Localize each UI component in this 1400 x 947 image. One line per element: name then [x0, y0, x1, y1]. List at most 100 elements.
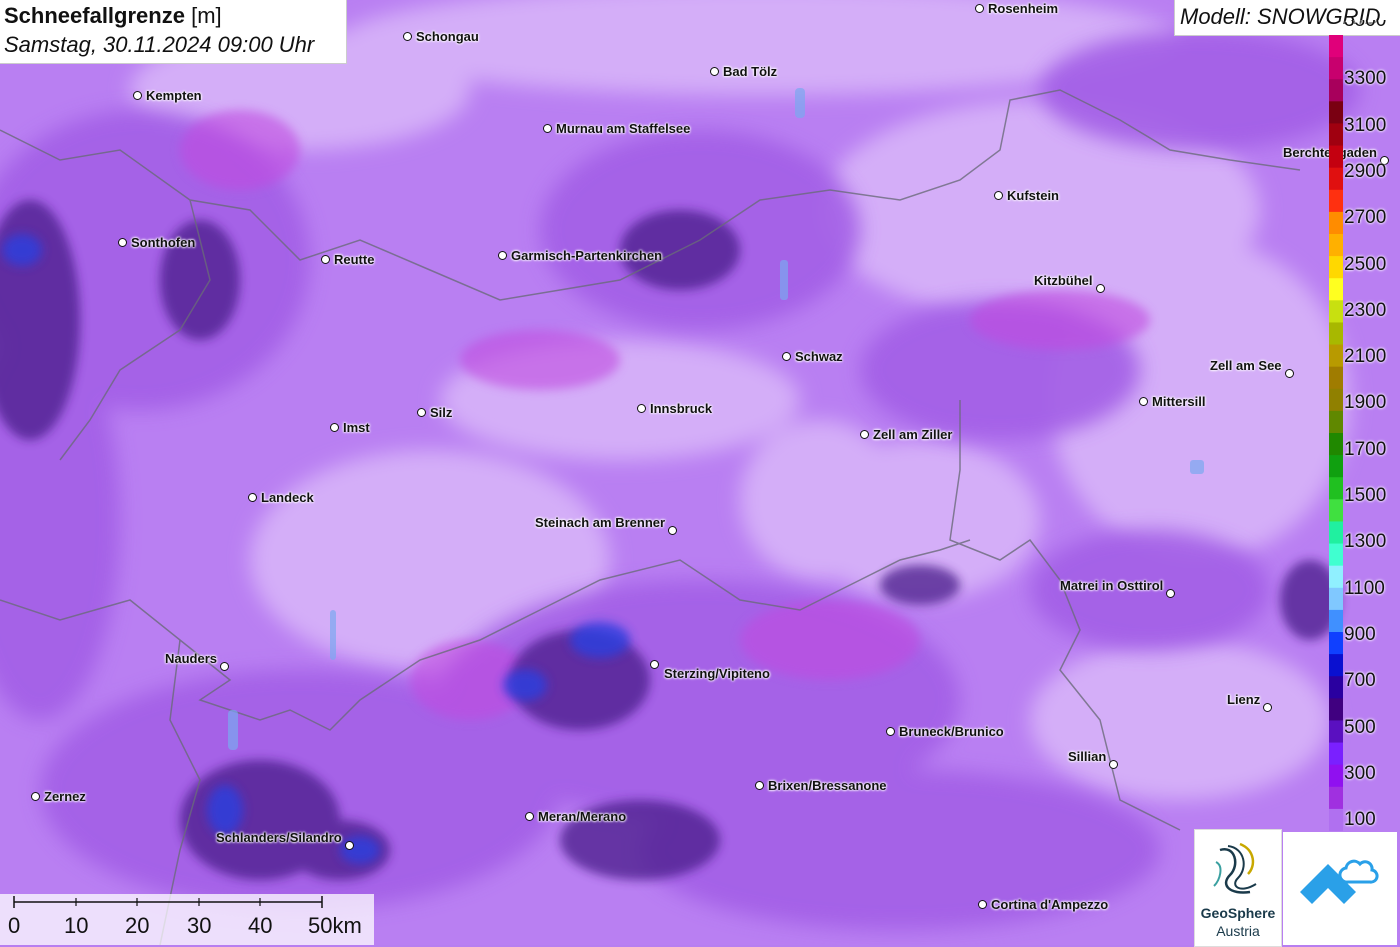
- city-label: Kitzbühel: [1034, 273, 1093, 288]
- city-label: Mittersill: [1152, 394, 1206, 409]
- legend-label: 1700: [1344, 438, 1387, 460]
- city-marker: [1263, 703, 1272, 712]
- legend-swatch: [1329, 521, 1343, 545]
- title-box: Schneefallgrenze [m] Samstag, 30.11.2024…: [0, 0, 347, 64]
- city-marker: [782, 352, 791, 361]
- city-label: Rosenheim: [988, 1, 1059, 16]
- city-marker: [710, 67, 719, 76]
- city-label: Zell am Ziller: [873, 427, 953, 442]
- city-marker: [886, 727, 895, 736]
- city-label: Meran/Merano: [538, 809, 627, 824]
- legend-swatch: [1329, 720, 1343, 744]
- snowfall-line-map: [0, 0, 1400, 945]
- legend-swatch: [1329, 322, 1343, 346]
- legend-swatch: [1329, 410, 1343, 434]
- city-marker: [543, 124, 552, 133]
- city-marker: [1096, 284, 1105, 293]
- legend-label: 3300: [1344, 68, 1387, 90]
- legend-label: 300: [1344, 762, 1376, 784]
- city-marker: [403, 32, 412, 41]
- city-label: Bad Tölz: [723, 64, 778, 79]
- city-label: Imst: [343, 420, 370, 435]
- legend-swatch: [1329, 278, 1343, 301]
- legend-swatch: [1329, 300, 1343, 323]
- city-marker: [118, 238, 127, 247]
- legend-label: 3500: [1344, 20, 1387, 31]
- city-marker: [975, 4, 984, 13]
- city-label: Cortina d'Ampezzo: [991, 897, 1109, 912]
- legend-label: 2500: [1344, 253, 1387, 275]
- city-marker: [994, 191, 1003, 200]
- legend-label: 900: [1344, 623, 1376, 645]
- legend-swatch: [1329, 543, 1343, 567]
- city-label: Brixen/Bressanone: [768, 778, 887, 793]
- cloud-logo: [1283, 832, 1397, 945]
- city-label: Schwaz: [795, 349, 843, 364]
- legend-label: 2100: [1344, 346, 1387, 368]
- city-label: Silz: [430, 405, 453, 420]
- city-label: Schlanders/Silandro: [216, 830, 342, 845]
- city-marker: [220, 662, 229, 671]
- city-marker: [637, 404, 646, 413]
- legend-label: 3100: [1344, 114, 1387, 136]
- city-marker: [755, 781, 764, 790]
- scale-label: 10: [64, 913, 89, 938]
- legend-swatch: [1329, 101, 1343, 124]
- city-label: Garmisch-Partenkirchen: [511, 248, 663, 263]
- city-label: Innsbruck: [650, 401, 713, 416]
- city-label: Sonthofen: [131, 235, 196, 250]
- logo-name: GeoSphere: [1200, 905, 1276, 921]
- legend-swatch: [1329, 189, 1343, 213]
- city-label: Kempten: [146, 88, 202, 103]
- city-marker: [525, 812, 534, 821]
- legend-swatch: [1329, 786, 1343, 810]
- city-label: Schongau: [416, 29, 479, 44]
- legend-swatch: [1329, 698, 1343, 721]
- legend-swatch: [1329, 587, 1343, 611]
- city-label: Zernez: [44, 789, 86, 804]
- legend-swatch: [1329, 742, 1343, 766]
- city-marker: [321, 255, 330, 264]
- city-label: Landeck: [261, 490, 314, 505]
- legend-swatch: [1329, 79, 1343, 102]
- map-date: Samstag, 30.11.2024 09:00 Uhr: [4, 32, 315, 57]
- city-label: Kufstein: [1007, 188, 1059, 203]
- city-marker: [1285, 369, 1294, 378]
- city-marker: [330, 423, 339, 432]
- legend-label: 1300: [1344, 531, 1387, 553]
- city-label: Lienz: [1227, 692, 1261, 707]
- city-marker: [978, 900, 987, 909]
- city-marker: [860, 430, 869, 439]
- legend-label: 500: [1344, 716, 1376, 738]
- legend-swatch: [1329, 609, 1343, 633]
- city-marker: [650, 660, 659, 669]
- geosphere-logo: GeoSphere Austria: [1194, 829, 1282, 947]
- legend-swatch: [1329, 123, 1343, 147]
- legend-swatch: [1329, 234, 1343, 257]
- city-label: Matrei in Osttirol: [1060, 578, 1164, 593]
- scale-label: 0: [8, 913, 21, 938]
- city-marker: [248, 493, 257, 502]
- legend-swatch: [1329, 57, 1343, 80]
- geosphere-mark-icon: [1213, 842, 1257, 894]
- legend-swatch: [1329, 632, 1343, 655]
- legend-label: 700: [1344, 670, 1376, 692]
- legend-swatch: [1329, 455, 1343, 478]
- legend-swatch: [1329, 211, 1343, 235]
- city-label: Sillian: [1068, 749, 1107, 764]
- legend-color-bar: [1329, 35, 1343, 831]
- legend-swatch: [1329, 764, 1343, 788]
- legend-swatch: [1329, 433, 1343, 456]
- title-unit: [m]: [191, 3, 222, 28]
- legend-swatch: [1329, 256, 1343, 279]
- legend-swatch: [1329, 477, 1343, 500]
- logo-country: Austria: [1216, 923, 1260, 939]
- city-marker: [345, 841, 354, 850]
- city-label: Sterzing/Vipiteno: [664, 666, 770, 681]
- city-marker: [417, 408, 426, 417]
- legend-swatch: [1329, 388, 1343, 412]
- legend-swatch: [1329, 145, 1343, 169]
- city-marker: [1139, 397, 1148, 406]
- map-title: Schneefallgrenze [m]: [4, 3, 222, 29]
- city-marker: [1166, 589, 1175, 598]
